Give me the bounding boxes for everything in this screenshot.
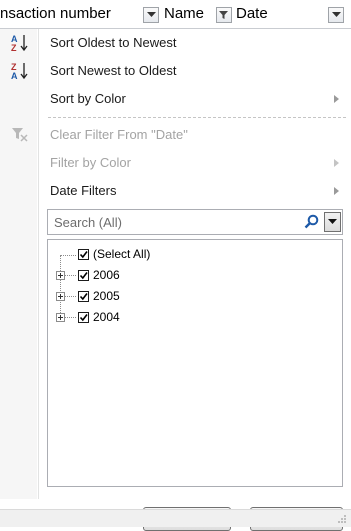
filter-dropdown-name[interactable] [216, 7, 232, 23]
tree-label: 2004 [93, 310, 120, 324]
checkmark-icon [79, 272, 88, 280]
checkmark-icon [79, 314, 88, 322]
filter-dropdown-date[interactable] [328, 7, 344, 23]
header-name: Name [164, 5, 205, 22]
checkbox-year[interactable] [78, 270, 89, 281]
tree-connector [65, 296, 76, 297]
header-date: Date [236, 5, 268, 22]
svg-text:A: A [11, 71, 18, 81]
menu-separator [48, 117, 346, 118]
menu-label: Date Filters [50, 183, 117, 198]
menu-item-filter-by-color[interactable]: Filter by Color [0, 150, 351, 176]
menu-label: Sort Oldest to Newest [50, 35, 177, 50]
tree-label: 2006 [93, 268, 120, 282]
menu-label: Filter by Color [50, 155, 131, 170]
expand-plus-icon[interactable] [56, 292, 65, 301]
tree-label: (Select All) [93, 247, 151, 261]
search-input[interactable] [48, 210, 310, 234]
resize-grip-icon[interactable] [337, 514, 347, 524]
submenu-arrow-icon [334, 95, 339, 103]
tree-node-year-2006[interactable]: 2006 [48, 267, 328, 287]
expand-plus-icon[interactable] [56, 313, 65, 322]
chevron-down-icon [328, 219, 337, 224]
menu-label: Sort by Color [50, 91, 126, 106]
menu-label: Sort Newest to Oldest [50, 63, 177, 78]
menu-item-date-filters[interactable]: Date Filters [0, 178, 351, 204]
checkmark-icon [79, 293, 88, 301]
filter-value-tree: (Select All) 2006 2005 2004 [47, 239, 343, 487]
tree-connector [65, 317, 76, 318]
clear-filter-icon [12, 128, 28, 142]
chevron-down-icon [332, 12, 341, 17]
autofilter-menu: A Z Sort Oldest to Newest Z A Sort Newes… [0, 28, 351, 531]
sort-descending-icon: Z A [11, 62, 28, 81]
svg-text:Z: Z [11, 43, 17, 53]
tree-node-select-all[interactable]: (Select All) [48, 246, 328, 266]
filter-dropdown-transaction[interactable] [143, 7, 159, 23]
resize-strip [0, 509, 351, 527]
funnel-filter-icon [219, 11, 228, 19]
expand-plus-icon[interactable] [56, 271, 65, 280]
column-header-row: nsaction number Name Date [0, 0, 351, 28]
tree-node-year-2004[interactable]: 2004 [48, 309, 328, 329]
header-transaction-number: nsaction number [0, 5, 111, 22]
sort-ascending-icon: A Z [11, 34, 28, 53]
tree-label: 2005 [93, 289, 120, 303]
checkbox-select-all[interactable] [78, 249, 89, 260]
menu-item-sort-oldest[interactable]: A Z Sort Oldest to Newest [0, 30, 351, 56]
search-box [47, 209, 343, 235]
search-icon[interactable] [304, 214, 320, 230]
checkbox-year[interactable] [78, 312, 89, 323]
checkbox-year[interactable] [78, 291, 89, 302]
chevron-down-icon [147, 12, 156, 17]
checkmark-icon [79, 251, 88, 259]
submenu-arrow-icon [334, 159, 339, 167]
tree-connector [65, 275, 76, 276]
menu-item-sort-by-color[interactable]: Sort by Color [0, 86, 351, 112]
menu-item-clear-filter[interactable]: Clear Filter From "Date" [0, 122, 351, 148]
search-scope-dropdown[interactable] [324, 212, 341, 232]
menu-item-sort-newest[interactable]: Z A Sort Newest to Oldest [0, 58, 351, 84]
tree-node-year-2005[interactable]: 2005 [48, 288, 328, 308]
submenu-arrow-icon [334, 187, 339, 195]
menu-label: Clear Filter From "Date" [50, 127, 188, 142]
